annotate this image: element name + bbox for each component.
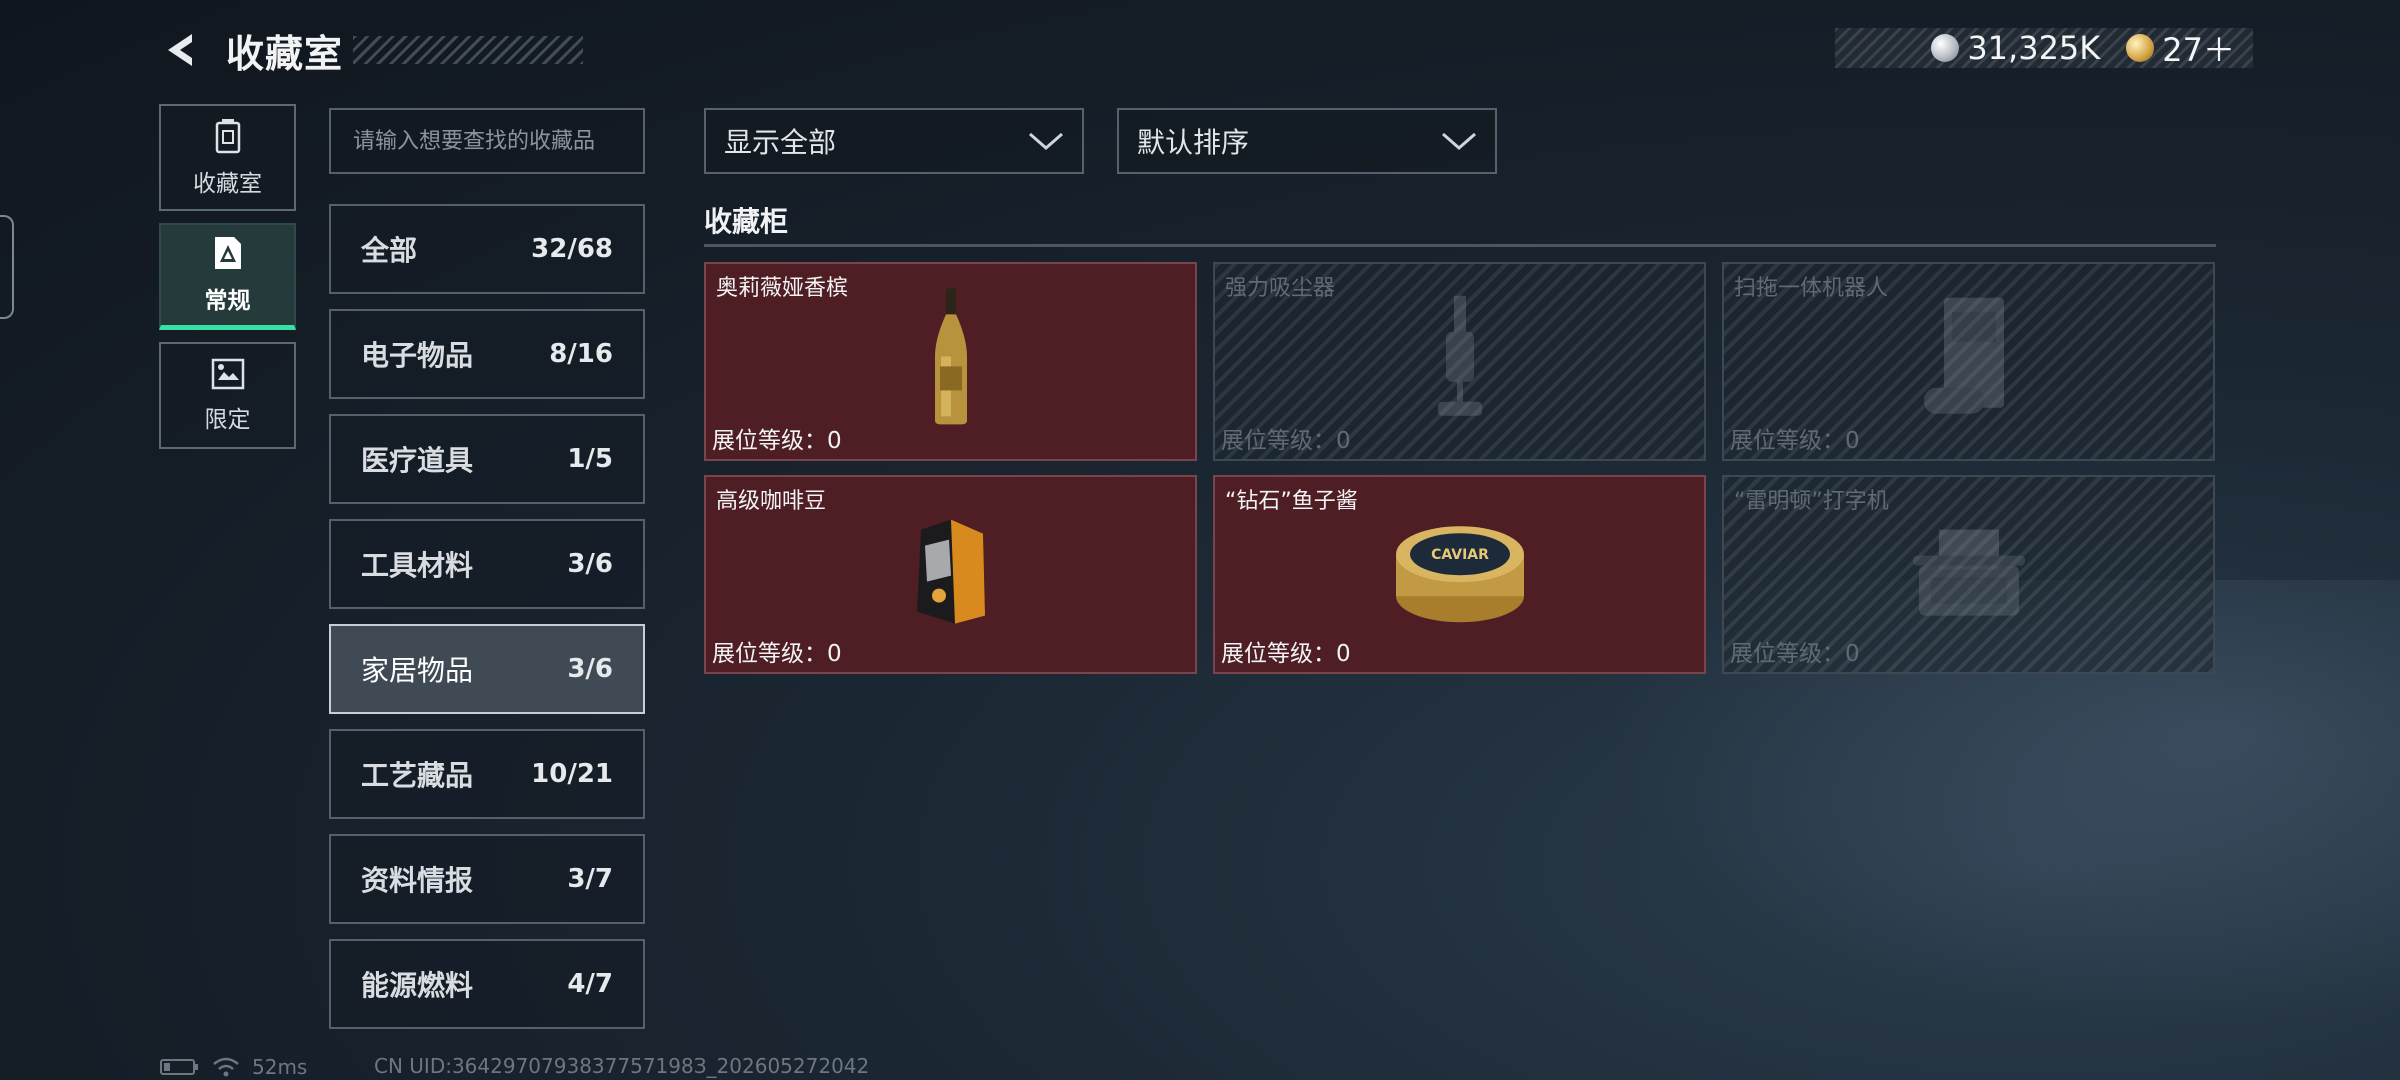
nav-item-limited[interactable]: 限定 [159,342,296,449]
nav-label: 收藏室 [193,170,262,197]
collectible-card[interactable]: 强力吸尘器 展位等级：0 [1213,262,1706,461]
category-name: 全部 [361,234,418,267]
gold-coin-icon [2126,34,2155,62]
title-decoration [353,36,584,64]
wifi-icon [213,1057,239,1077]
silver-coin-icon [1931,34,1960,62]
display-level: 展位等级：0 [1221,641,1351,667]
collectible-card[interactable]: 扫拖一体机器人 展位等级：0 [1722,262,2215,461]
category-count: 32/68 [531,234,613,264]
ping-text: 52ms [252,1055,308,1079]
nav-item-regular[interactable]: 常规 [159,223,296,330]
item-name: 扫拖一体机器人 [1734,276,1889,301]
item-name: “雷明顿”打字机 [1734,489,1889,514]
display-level: 展位等级：0 [1730,641,1860,667]
cabinet-grid: 奥莉薇娅香槟 展位等级：0 强力吸尘器 展位等级：0 扫拖一体机器人 展位等级：… [704,262,2216,674]
collectible-card[interactable]: 奥莉薇娅香槟 展位等级：0 [704,262,1197,461]
display-filter-dropdown[interactable]: 显示全部 [704,108,1084,174]
item-name: “钻石”鱼子酱 [1225,489,1358,514]
item-name: 高级咖啡豆 [716,489,827,514]
nav-label: 常规 [204,288,251,314]
edge-pull-tab[interactable] [0,215,14,319]
category-count: 3/7 [567,864,613,894]
cabinet-divider [704,244,2216,247]
robot-mop-icon [1923,297,2004,414]
category-name: 资料情报 [361,864,474,897]
limited-card-icon [211,358,244,389]
category-name: 家居物品 [361,654,474,687]
category-count: 3/6 [567,549,613,579]
silver-amount: 31,325K [1967,29,2101,67]
side-nav: 收藏室 常规 限定 [159,104,296,461]
display-level: 展位等级：0 [1730,428,1860,454]
category-household[interactable]: 家居物品 3/6 [329,624,645,714]
page-header: 收藏室 [160,22,584,78]
coffee-bag-icon [916,519,985,624]
currency-bar: 31,325K 27＋ [1835,25,2253,71]
page-title: 收藏室 [226,31,344,76]
display-level: 展位等级：0 [712,428,842,454]
dropdown-value: 默认排序 [1137,126,1250,159]
category-count: 8/16 [549,339,613,369]
back-arrow-icon [168,34,192,66]
item-name: 奥莉薇娅香槟 [716,276,849,301]
category-tools[interactable]: 工具材料 3/6 [329,519,645,609]
uid-text: CN UID:3642970793837757198З_202605272042 [374,1054,870,1078]
nav-label: 限定 [204,406,251,433]
category-all[interactable]: 全部 32/68 [329,204,645,294]
category-name: 工艺藏品 [361,759,474,792]
chevron-down-icon [1442,132,1476,150]
collectible-card[interactable]: “钻石”鱼子酱 CAVIAR 展位等级：0 [1213,475,1706,674]
category-energy[interactable]: 能源燃料 4/7 [329,939,645,1029]
category-name: 工具材料 [361,549,474,582]
cabinet-title: 收藏柜 [704,205,789,238]
dropdown-value: 显示全部 [724,126,837,159]
collectible-card[interactable]: “雷明顿”打字机 展位等级：0 [1722,475,2215,674]
sort-dropdown[interactable]: 默认排序 [1117,108,1497,174]
category-list: 全部 32/68 电子物品 8/16 医疗道具 1/5 工具材料 3/6 家居物… [329,204,645,1044]
display-level: 展位等级：0 [1221,428,1351,454]
display-level: 展位等级：0 [712,641,842,667]
battery-icon [160,1059,198,1075]
caviar-tin-label: CAVIAR [1431,547,1489,563]
category-count: 3/6 [567,654,613,684]
vacuum-cleaner-icon [1437,295,1482,416]
status-bar: 52ms [160,1054,307,1080]
nav-item-collection-room[interactable]: 收藏室 [159,104,296,211]
category-count: 4/7 [567,969,613,999]
caviar-tin-icon: CAVIAR [1395,525,1524,622]
category-crafts[interactable]: 工艺藏品 10/21 [329,729,645,819]
search-input[interactable] [329,108,645,174]
collectible-card[interactable]: 高级咖啡豆 展位等级：0 [704,475,1197,674]
item-name: 强力吸尘器 [1225,276,1336,301]
chevron-down-icon [1029,132,1063,150]
champagne-bottle-icon [934,287,967,424]
gold-amount[interactable]: 27＋ [2162,25,2235,71]
document-a-icon [214,237,241,269]
category-intel[interactable]: 资料情报 3/7 [329,834,645,924]
category-count: 10/21 [531,759,613,789]
category-name: 能源燃料 [361,969,474,1002]
typewriter-icon [1912,529,2025,616]
category-electronics[interactable]: 电子物品 8/16 [329,309,645,399]
category-count: 1/5 [567,444,613,474]
category-medical[interactable]: 医疗道具 1/5 [329,414,645,504]
category-name: 医疗道具 [361,444,474,477]
trash-bin-icon [215,118,240,153]
back-button[interactable] [160,28,204,72]
category-name: 电子物品 [361,339,474,372]
